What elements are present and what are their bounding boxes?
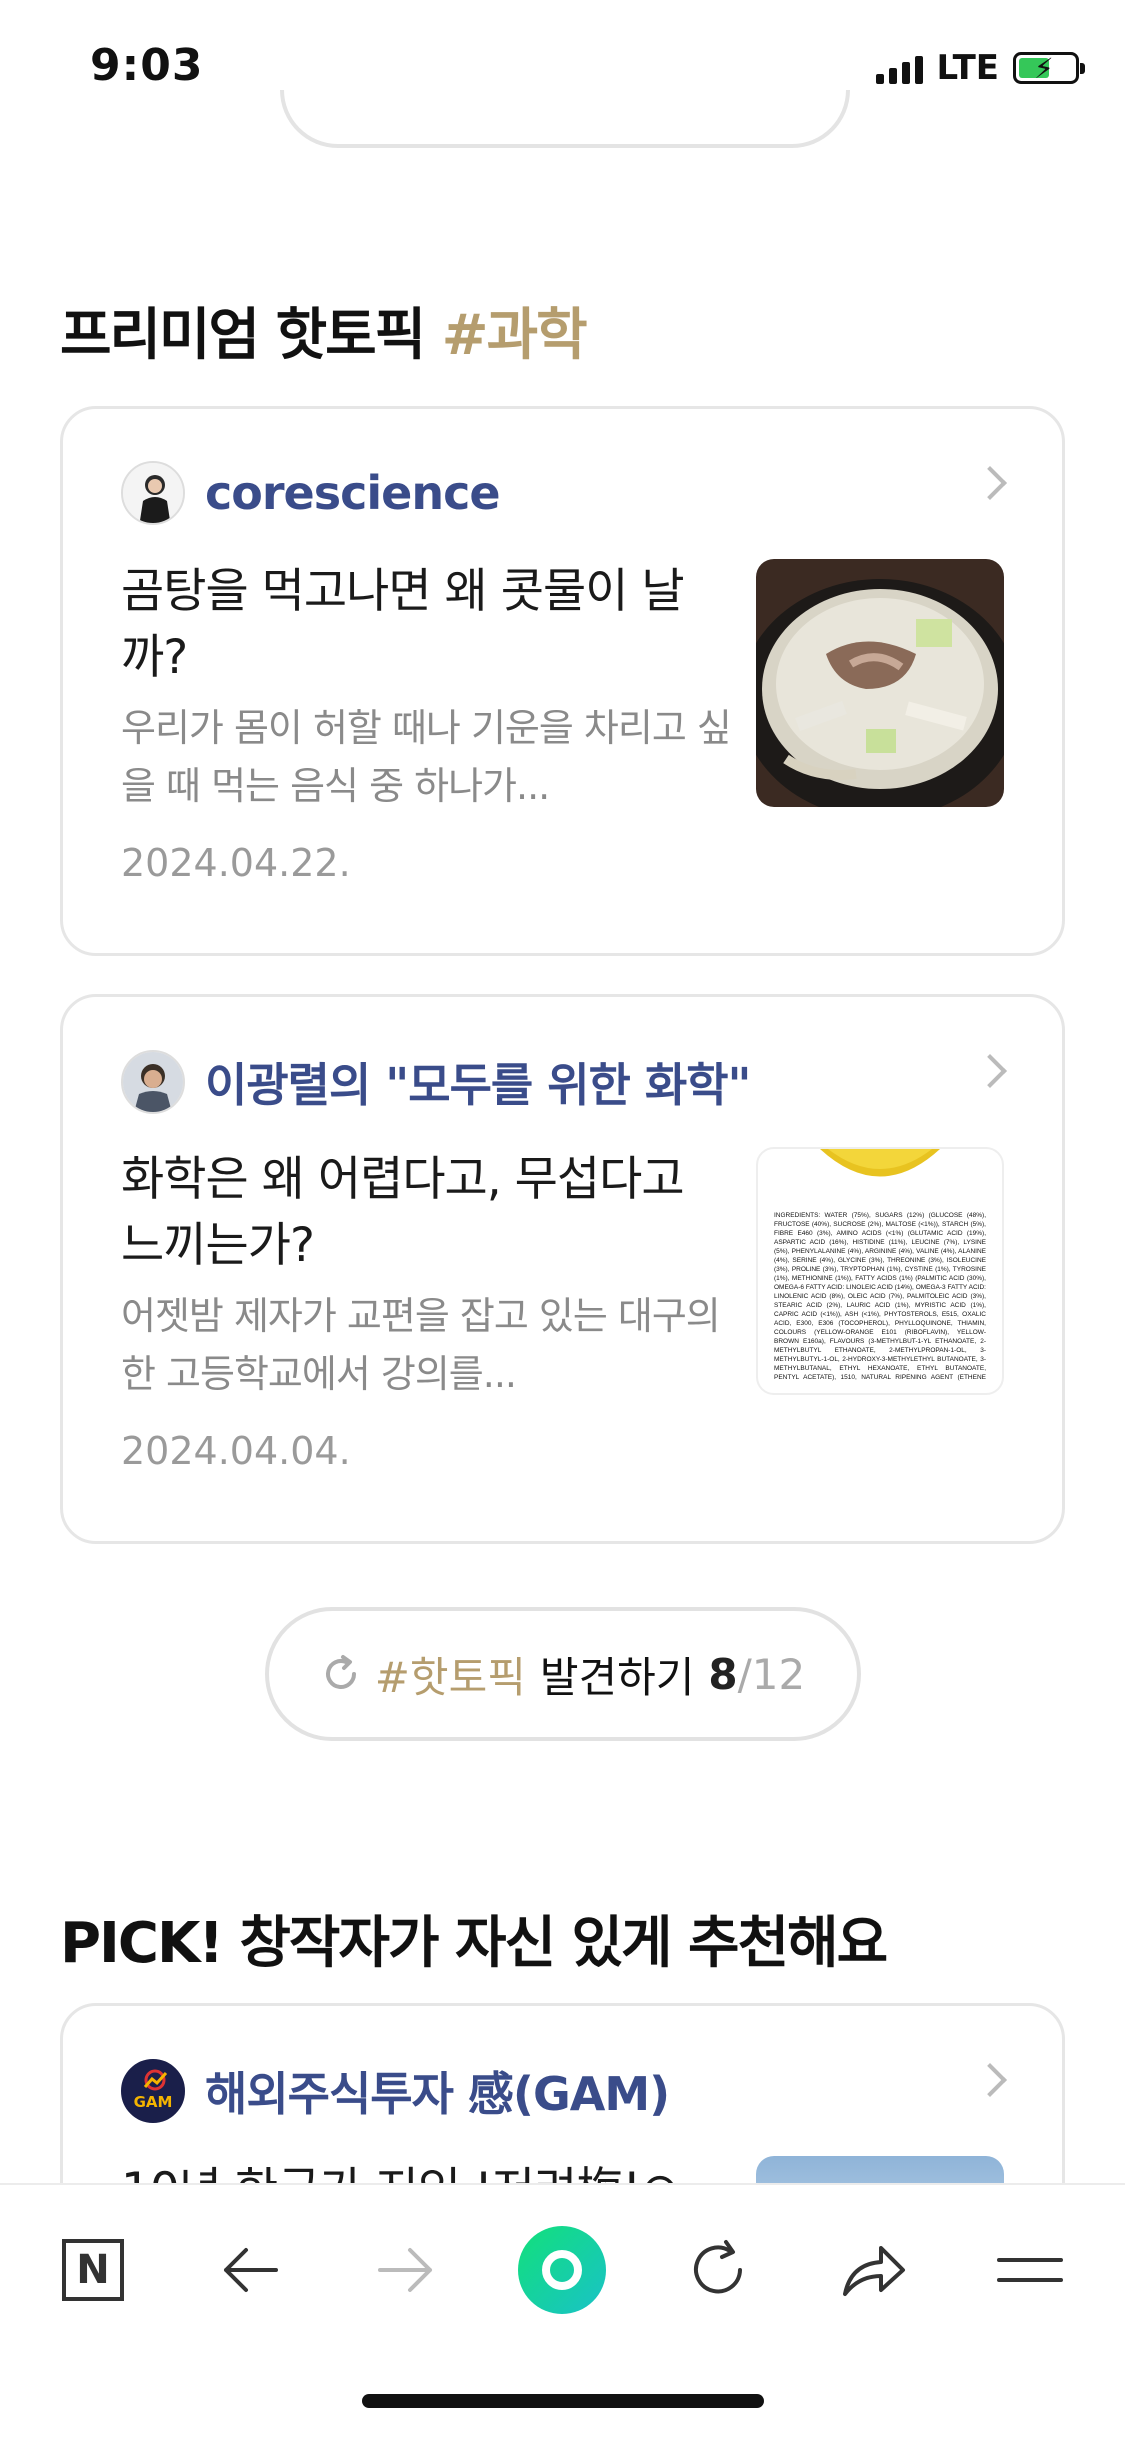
- author-row[interactable]: 이광렬의 "모두를 위한 화학": [121, 1049, 751, 1115]
- battery-icon: ⚡: [1013, 52, 1085, 85]
- share-icon[interactable]: [829, 2225, 919, 2315]
- bottom-toolbar: N: [0, 2183, 1125, 2438]
- article-excerpt: 우리가 몸이 허할 때나 기운을 차리고 싶을 때 먹는 음식 중 하나가...: [121, 706, 732, 808]
- article-date: 2024.04.22.: [121, 841, 351, 885]
- article-card[interactable]: corescience 곰탕을 먹고나면 왜 콧물이 날까? 우리가 몸이 허할…: [60, 406, 1065, 956]
- chevron-right-icon[interactable]: [973, 1054, 1007, 1088]
- forward-arrow-icon[interactable]: [361, 2225, 451, 2315]
- green-dot-icon[interactable]: [517, 2225, 607, 2315]
- article-thumbnail[interactable]: INGREDIENTS: WATER (75%), SUGARS (12%) (…: [756, 1147, 1004, 1395]
- section-title-text: 프리미엄 핫토픽: [60, 303, 426, 368]
- chevron-right-icon[interactable]: [973, 2063, 1007, 2097]
- article-date: 2024.04.04.: [121, 1429, 351, 1473]
- discover-hot-topic-button[interactable]: #핫토픽 발견하기 8/12: [265, 1607, 861, 1741]
- discover-label: 발견하기: [539, 1652, 695, 1702]
- article-title[interactable]: 화학은 왜 어렵다고, 무섭다고 느끼는가?: [121, 1147, 731, 1279]
- section-hashtag[interactable]: #과학: [442, 303, 588, 368]
- article-card[interactable]: 이광렬의 "모두를 위한 화학" 화학은 왜 어렵다고, 무섭다고 느끼는가? …: [60, 994, 1065, 1544]
- article-title[interactable]: 곰탕을 먹고나면 왜 콧물이 날까?: [121, 559, 731, 691]
- chevron-right-icon[interactable]: [973, 466, 1007, 500]
- network-label: LTE: [936, 48, 999, 88]
- naver-n-icon[interactable]: N: [48, 2225, 138, 2315]
- discover-count: 8: [708, 1649, 738, 1699]
- avatar: GAM: [121, 2059, 185, 2123]
- author-name[interactable]: 해외주식투자 感(GAM): [205, 2058, 670, 2124]
- status-time: 9:03: [90, 40, 204, 91]
- refresh-icon: [325, 1655, 356, 1689]
- previous-button-edge[interactable]: [280, 90, 850, 148]
- author-name[interactable]: 이광렬의 "모두를 위한 화학": [205, 1049, 751, 1115]
- premium-section-title: 프리미엄 핫토픽 #과학: [60, 290, 588, 371]
- naver-n-letter: N: [62, 2239, 124, 2301]
- author-row[interactable]: GAM 해외주식투자 感(GAM): [121, 2058, 670, 2124]
- discover-total: /12: [737, 1649, 806, 1699]
- article-thumbnail[interactable]: [756, 559, 1004, 807]
- avatar: [121, 461, 185, 525]
- pick-section-title: PICK! 창작자가 자신 있게 추천해요: [60, 1911, 888, 1976]
- refresh-icon[interactable]: [673, 2225, 763, 2315]
- status-indicators: LTE ⚡: [875, 48, 1085, 88]
- discover-hashtag: #핫토픽: [374, 1652, 526, 1702]
- home-indicator[interactable]: [362, 2394, 764, 2408]
- avatar: [121, 1050, 185, 1114]
- back-arrow-icon[interactable]: [205, 2225, 295, 2315]
- article-excerpt: 어젯밤 제자가 교편을 잡고 있는 대구의 한 고등학교에서 강의를...: [121, 1294, 721, 1396]
- ingredients-label: INGREDIENTS: WATER (75%), SUGARS (12%) (…: [774, 1212, 986, 1381]
- author-name[interactable]: corescience: [205, 466, 501, 520]
- menu-icon[interactable]: [985, 2225, 1075, 2315]
- author-row[interactable]: corescience: [121, 461, 501, 525]
- signal-icon: [875, 52, 923, 84]
- avatar-text: GAM: [133, 2093, 173, 2111]
